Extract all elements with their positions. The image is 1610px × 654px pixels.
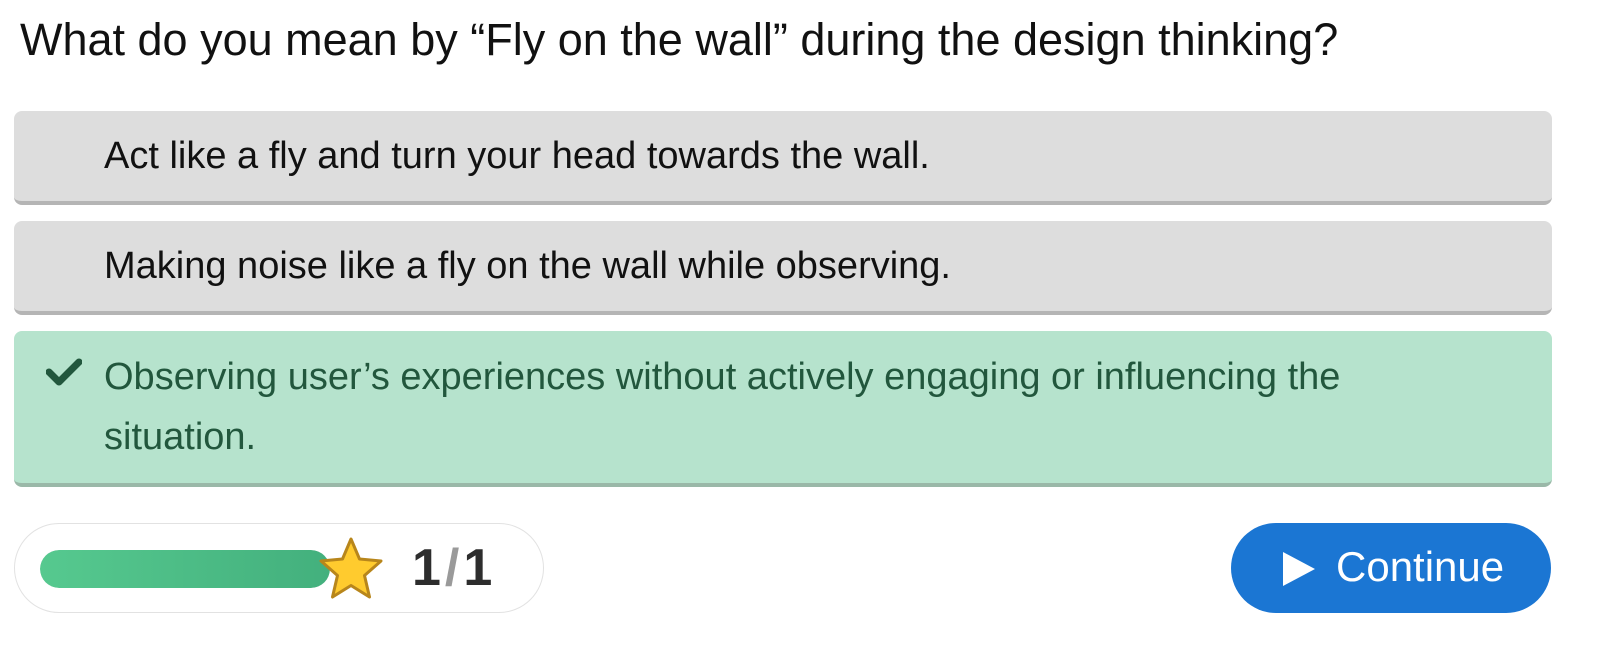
answer-option-text: Act like a fly and turn your head toward… — [104, 135, 930, 177]
progress-score: 1/1 — [412, 538, 492, 598]
answer-option-2[interactable]: Making noise like a fly on the wall whil… — [14, 221, 1552, 315]
answer-option-1[interactable]: Act like a fly and turn your head toward… — [14, 111, 1552, 205]
answer-option-3-correct[interactable]: Observing user’s experiences without act… — [14, 331, 1552, 487]
question-title: What do you mean by “Fly on the wall” du… — [20, 14, 1339, 65]
answer-option-text: Making noise like a fly on the wall whil… — [104, 245, 951, 287]
answer-option-text: Observing user’s experiences without act… — [104, 356, 1341, 458]
continue-button-label: Continue — [1336, 543, 1505, 590]
progress-separator: / — [444, 539, 460, 597]
checkmark-icon — [46, 358, 82, 386]
progress-indicator: 1/1 — [14, 523, 544, 613]
progress-bar-fill — [40, 550, 330, 588]
progress-total: 1 — [463, 539, 493, 597]
star-icon — [319, 537, 383, 599]
progress-current: 1 — [412, 539, 441, 597]
continue-button[interactable]: Continue — [1231, 523, 1551, 613]
play-icon — [1283, 552, 1315, 586]
progress-bar — [40, 550, 330, 588]
